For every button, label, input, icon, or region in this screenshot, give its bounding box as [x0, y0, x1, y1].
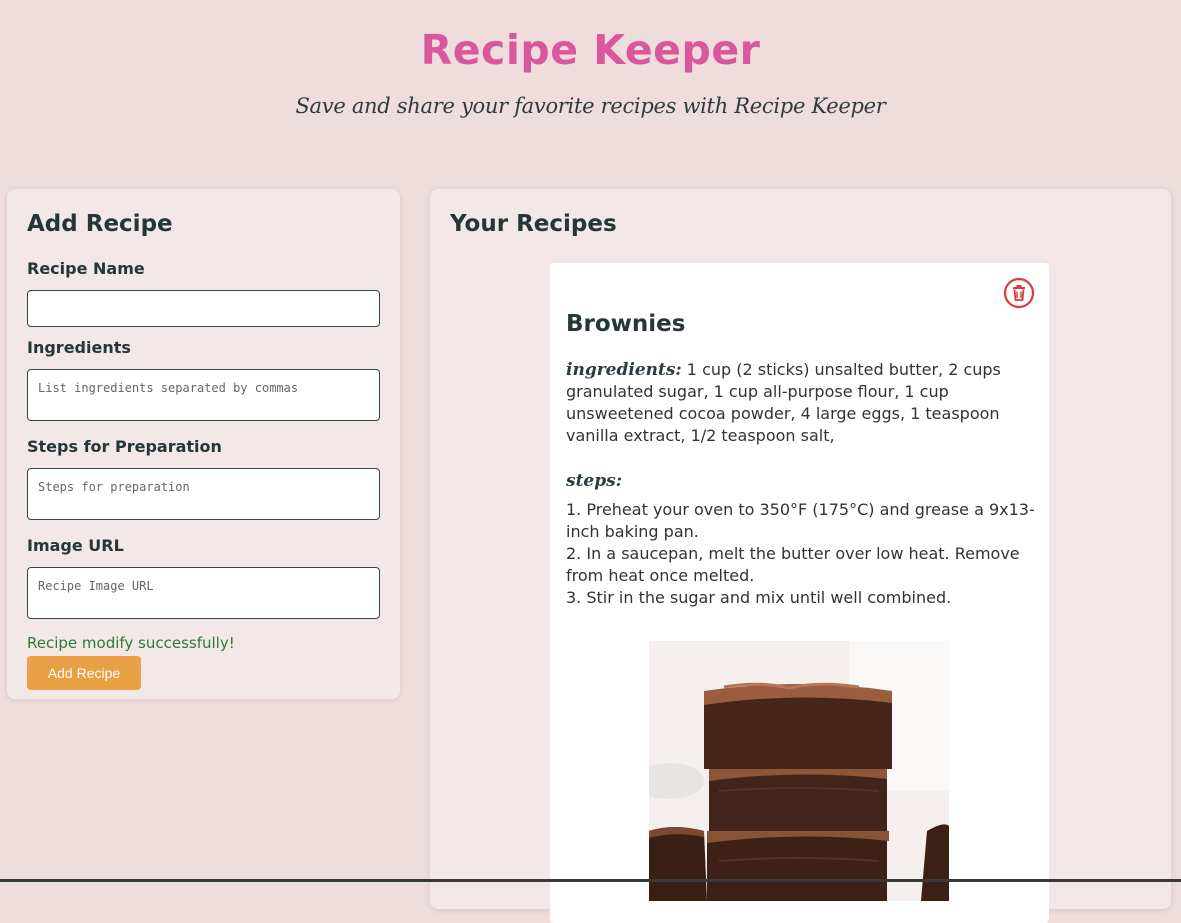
- recipe-image: [649, 641, 949, 901]
- step-item: 2. In a saucepan, melt the butter over l…: [566, 544, 1020, 585]
- steps-label: Steps for Preparation: [27, 437, 222, 456]
- step-item: 1. Preheat your oven to 350°F (175°C) an…: [566, 500, 1035, 541]
- image-url-input[interactable]: [27, 567, 380, 619]
- steps-heading: steps:: [566, 471, 622, 491]
- ingredients-label: Ingredients: [27, 338, 131, 357]
- add-recipe-button[interactable]: Add Recipe: [27, 656, 141, 690]
- recipe-name-input[interactable]: [27, 290, 380, 327]
- recipe-card: Brownies ingredients: 1 cup (2 sticks) u…: [550, 263, 1049, 923]
- app-title: Recipe Keeper: [420, 26, 761, 74]
- recipes-panel: Your Recipes Brownies ingredients: 1 cup…: [430, 189, 1171, 923]
- recipe-name: Brownies: [566, 311, 686, 337]
- app-subtitle: Save and share your favorite recipes wit…: [295, 94, 886, 118]
- add-recipe-panel: Add Recipe Recipe Name Ingredients Steps…: [7, 189, 400, 699]
- recipe-ingredients: ingredients: 1 cup (2 sticks) unsalted b…: [566, 359, 1036, 447]
- your-recipes-title: Your Recipes: [450, 211, 617, 237]
- add-recipe-title: Add Recipe: [27, 211, 173, 237]
- ingredients-input[interactable]: [27, 369, 380, 421]
- steps-input[interactable]: [27, 468, 380, 520]
- success-message: Recipe modify successfully!: [27, 634, 235, 652]
- step-item: 3. Stir in the sugar and mix until well …: [566, 588, 952, 607]
- image-url-label: Image URL: [27, 536, 124, 555]
- trash-icon[interactable]: [1003, 277, 1035, 309]
- recipe-name-label: Recipe Name: [27, 259, 145, 278]
- recipe-steps: 1. Preheat your oven to 350°F (175°C) an…: [566, 499, 1036, 609]
- ingredients-heading: ingredients:: [566, 360, 682, 380]
